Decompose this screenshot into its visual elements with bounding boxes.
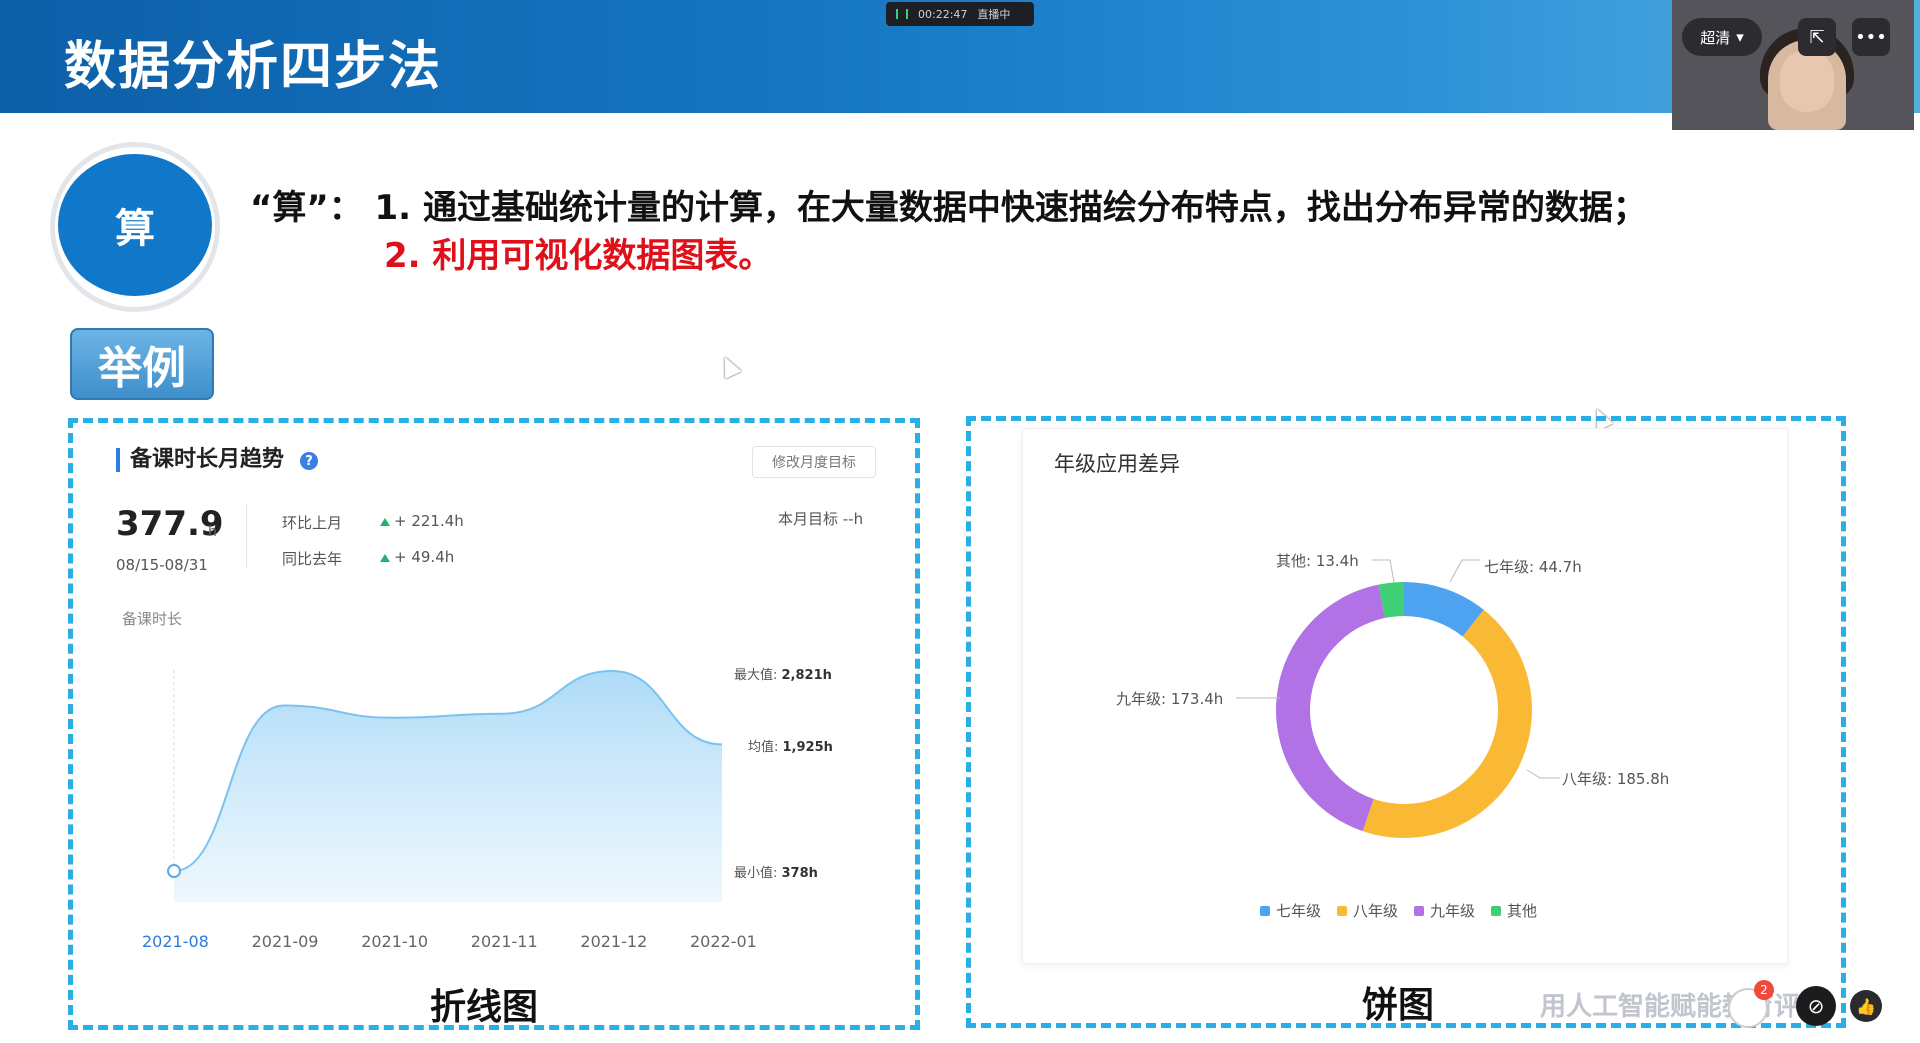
signal-icon	[896, 9, 908, 19]
up-arrow-icon	[380, 518, 390, 526]
x-tick-label: 2021-08	[142, 932, 209, 951]
more-icon: •••	[1855, 26, 1887, 48]
legend-item[interactable]: 其他	[1491, 900, 1537, 921]
share-icon: ⇱	[1809, 26, 1825, 48]
share-button[interactable]: ⇱	[1798, 18, 1836, 56]
quality-label: 超清	[1700, 28, 1731, 47]
chevron-down-icon: ▾	[1736, 28, 1744, 46]
min-annotation: 最小值: 378h	[734, 866, 818, 881]
line-chart-title: 备课时长月趋势	[116, 448, 284, 472]
yoy-value: + 49.4h	[380, 548, 454, 566]
line-chart-caption: 折线图	[430, 987, 539, 1028]
presenter-face	[1780, 50, 1834, 112]
avg-annotation: 均值: 1,925h	[748, 740, 833, 755]
help-icon[interactable]: ?	[300, 452, 318, 470]
pie-label-g8: 八年级: 185.8h	[1562, 770, 1670, 788]
chat-icon: ⊘	[1807, 994, 1825, 1018]
step-description-2: 2. 利用可视化数据图表。	[384, 236, 773, 276]
slide-title: 数据分析四步法	[64, 37, 443, 97]
step-description-1: “算”： 1. 通过基础统计量的计算，在大量数据中快速描绘分布特点，找出分布异常…	[250, 188, 1647, 228]
live-status-bar: 00:22:47 直播中	[886, 2, 1034, 26]
pie-chart-caption: 饼图	[1362, 985, 1435, 1026]
live-state: 直播中	[977, 8, 1011, 21]
modify-target-button[interactable]: 修改月度目标	[752, 446, 876, 478]
x-tick-label: 2021-12	[580, 932, 648, 951]
step-circle: 算	[58, 154, 212, 296]
x-tick-label: 2021-09	[251, 932, 319, 951]
total-unit: h	[208, 524, 217, 540]
chat-button[interactable]: ⊘	[1796, 986, 1836, 1026]
notification-badge: 2	[1754, 980, 1774, 1000]
watermark: 用人工智能赋能教育评价	[1540, 992, 1827, 1022]
legend-swatch	[1260, 905, 1270, 916]
y-axis-label: 备课时长	[122, 610, 183, 628]
max-annotation: 最大值: 2,821h	[734, 668, 832, 683]
date-range: 08/15-08/31	[116, 556, 208, 574]
mom-value: + 221.4h	[380, 512, 464, 530]
legend-label: 九年级	[1430, 902, 1476, 920]
live-timer: 00:22:47	[918, 7, 968, 21]
example-tag: 举例	[70, 328, 214, 400]
quality-dropdown[interactable]: 超清 ▾	[1682, 18, 1762, 56]
legend-item[interactable]: 九年级	[1414, 900, 1475, 921]
presenter-video[interactable]: 超清 ▾ ⇱ •••	[1672, 0, 1914, 130]
more-button[interactable]: •••	[1852, 18, 1890, 56]
legend-label: 其他	[1507, 902, 1538, 920]
legend-item[interactable]: 七年级	[1260, 900, 1321, 921]
legend-item[interactable]: 八年级	[1337, 900, 1398, 921]
legend-swatch	[1414, 905, 1425, 916]
yoy-label: 同比去年	[282, 550, 343, 568]
like-button[interactable]: 👍	[1850, 990, 1882, 1022]
up-arrow-icon	[380, 554, 390, 562]
pie-chart-title: 年级应用差异	[1054, 452, 1180, 476]
x-tick-label: 2021-10	[361, 932, 429, 951]
pie-legend: 七年级 八年级 九年级 其他	[1260, 900, 1537, 921]
legend-label: 八年级	[1353, 902, 1399, 920]
legend-label: 七年级	[1276, 902, 1322, 920]
x-tick-label: 2021-11	[470, 932, 538, 951]
divider	[246, 504, 247, 568]
x-tick-label: 2022-01	[690, 932, 757, 951]
legend-swatch	[1491, 905, 1502, 916]
pie-label-g7: 七年级: 44.7h	[1484, 558, 1582, 576]
pie-label-other: 其他: 13.4h	[1276, 552, 1359, 570]
pie-label-g9: 九年级: 173.4h	[1116, 690, 1224, 708]
monthly-target: 本月目标 --h	[778, 510, 864, 528]
thumbs-up-icon: 👍	[1856, 996, 1876, 1016]
mom-label: 环比上月	[282, 514, 343, 532]
legend-swatch	[1337, 905, 1348, 916]
mouse-cursor	[716, 353, 742, 379]
